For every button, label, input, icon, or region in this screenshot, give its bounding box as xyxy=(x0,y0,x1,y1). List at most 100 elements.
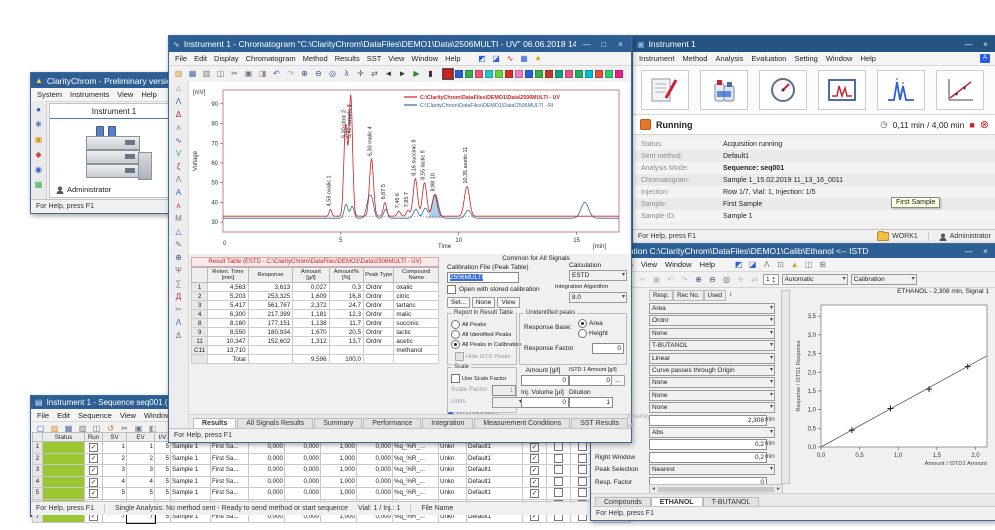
close-icon[interactable]: × xyxy=(979,40,992,49)
sequence-row-5[interactable]: 5✓555Sample 1First Sa...0,0000,0001,0000… xyxy=(33,488,630,500)
slope-icon[interactable]: ζ xyxy=(173,161,184,172)
setting-0-select[interactable]: Area xyxy=(649,303,775,314)
signal-color-6[interactable] xyxy=(505,70,513,78)
window-tile-icon[interactable]: ◩ xyxy=(733,259,744,270)
table-icon[interactable]: ▦ xyxy=(519,53,530,64)
result-row[interactable]: 46,300217,3991,18112,3Ordnrmalic xyxy=(192,310,439,319)
signal-icon[interactable]: ∿ xyxy=(505,53,516,64)
calculation-select[interactable]: ESTD xyxy=(569,270,627,281)
undo-icon[interactable]: ↶ xyxy=(271,68,282,79)
setting-4-select[interactable]: Linear xyxy=(649,353,775,364)
option-checkbox[interactable] xyxy=(554,454,563,463)
maximize-icon[interactable]: □ xyxy=(597,40,610,49)
result-row[interactable]: 1110,347152,6021,31213,7Ordnracetic xyxy=(192,337,439,346)
signal-color-2[interactable] xyxy=(465,70,473,78)
run-checkbox[interactable]: ✓ xyxy=(89,454,98,463)
result-row[interactable]: C1113,710methanol xyxy=(192,346,439,355)
device-monitor-icon[interactable] xyxy=(759,70,807,110)
modules-icon[interactable]: ▦ xyxy=(33,179,44,190)
signal-color-17[interactable] xyxy=(615,70,623,78)
setting-10-select[interactable]: Abs xyxy=(649,427,775,438)
cut-region-icon[interactable]: ✂ xyxy=(173,304,184,315)
annotation-icon[interactable]: A xyxy=(173,187,184,198)
setting-9-input[interactable]: 2,308 xyxy=(649,415,767,426)
logged-user[interactable]: Administrator xyxy=(939,233,991,241)
tab-performance[interactable]: Performance xyxy=(363,418,421,428)
zoom-out-icon[interactable]: ⊖ xyxy=(707,274,718,285)
col-resp[interactable]: Resp. xyxy=(649,290,673,301)
user-icon[interactable]: ● xyxy=(33,104,44,115)
signal-color-4[interactable] xyxy=(485,70,493,78)
crosshair-icon[interactable]: ✛ xyxy=(355,68,366,79)
result-row[interactable]: 14,5633,6130,0270,3Ordnroxalic xyxy=(192,283,439,292)
istd-more-button[interactable]: ... xyxy=(611,375,625,386)
undo-icon[interactable]: ↶ xyxy=(665,274,676,285)
units-select[interactable] xyxy=(492,397,524,408)
setting-7-select[interactable]: None xyxy=(649,390,775,401)
sequence-row-2[interactable]: 2✓225Sample 1First Sa...0,0000,0001,0000… xyxy=(33,453,630,465)
calibration-titlebar[interactable]: ◪ Calibration C:\ClarityChrom\DataFiles\… xyxy=(591,244,995,258)
calibration-curve-chart[interactable]: 0,00,51,01,52,02,53,03,50,00,51,01,52,0R… xyxy=(793,295,993,477)
layout-icon[interactable]: ◫ xyxy=(803,259,814,270)
compound-index-spinner[interactable]: 1▲▼ xyxy=(763,274,779,285)
valley-icon[interactable]: V xyxy=(173,148,184,159)
response-factor-input[interactable]: 0 xyxy=(592,343,624,354)
zoom-reset-icon[interactable]: ◎ xyxy=(721,274,732,285)
option-checkbox[interactable] xyxy=(554,477,563,486)
peak-add-icon[interactable]: Λ xyxy=(173,174,184,185)
setting-8-select[interactable]: None xyxy=(649,402,775,413)
menu-window[interactable]: Window xyxy=(411,54,438,63)
seq-col-sv[interactable]: SV xyxy=(103,433,127,442)
option-checkbox[interactable] xyxy=(554,488,563,497)
exchange-icon[interactable]: ⇄ xyxy=(369,68,380,79)
menu-setting[interactable]: Setting xyxy=(794,54,817,63)
globe-icon[interactable]: ◉ xyxy=(33,164,44,175)
go-first-icon[interactable]: ◄ xyxy=(383,68,394,79)
marker-icon[interactable]: ▲ xyxy=(789,259,800,270)
peak-delete-icon[interactable]: ʌ xyxy=(173,200,184,211)
cut-icon[interactable]: ✂ xyxy=(637,274,648,285)
radio-area[interactable]: Area xyxy=(578,319,603,328)
radio-all-identified[interactable]: All Identified Peaks xyxy=(451,330,511,339)
option-checkbox[interactable]: ✓ xyxy=(530,489,539,498)
exchange-icon[interactable]: ⇄ xyxy=(749,274,760,285)
integration-select[interactable]: 8.0 xyxy=(569,292,627,303)
zoom-in-icon[interactable]: ⊕ xyxy=(299,68,310,79)
paste-icon[interactable]: ◨ xyxy=(257,68,268,79)
preview-icon[interactable]: ◫ xyxy=(215,68,226,79)
signal-color-12[interactable] xyxy=(565,70,573,78)
go-next-icon[interactable]: ► xyxy=(397,68,408,79)
peak-selection-select[interactable]: Nearest xyxy=(649,464,775,475)
grid-icon[interactable]: ⊡ xyxy=(775,259,786,270)
seq-col-run[interactable]: Run xyxy=(85,433,103,442)
menu-help[interactable]: Help xyxy=(860,54,875,63)
star-icon[interactable]: ★ xyxy=(533,53,544,64)
menu-instruments[interactable]: Instruments xyxy=(70,90,109,99)
signal-color-7[interactable] xyxy=(515,70,523,78)
a-badge-icon[interactable]: A xyxy=(980,54,990,63)
tab-measurement-conditions[interactable]: Measurement Conditions xyxy=(474,418,570,428)
menu-system[interactable]: System xyxy=(37,90,62,99)
instrument-titlebar[interactable]: ▣ Instrument 1 — × xyxy=(633,36,995,52)
tab-summary[interactable]: Summary xyxy=(314,418,362,428)
run-checkbox[interactable]: ✓ xyxy=(89,466,98,475)
radio-all-in-calibration[interactable]: All Peaks in Calibration xyxy=(451,340,522,349)
menu-help[interactable]: Help xyxy=(700,260,715,269)
result-row[interactable]: 25,203253,3251,60916,8Ordnrcitric xyxy=(192,292,439,301)
seq-col-ev[interactable]: EV xyxy=(127,433,155,442)
set-button[interactable]: Set... xyxy=(447,297,470,308)
menu-edit[interactable]: Edit xyxy=(194,54,207,63)
run-checkbox[interactable]: ✓ xyxy=(89,443,98,452)
tab-all-signals-results[interactable]: All Signals Results xyxy=(237,418,313,428)
setting-3-select[interactable]: T-BUTANOL xyxy=(649,340,775,351)
peak-small-icon[interactable]: ʌ xyxy=(173,122,184,133)
open-icon[interactable]: ▨ xyxy=(173,68,184,79)
seq-col-status[interactable]: Status xyxy=(43,433,85,442)
result-row[interactable]: 35,417561,7672,37224,7Ordnrtartaric xyxy=(192,301,439,310)
close-icon[interactable]: × xyxy=(979,247,992,256)
option-checkbox[interactable]: ✓ xyxy=(530,443,539,452)
radio-all-peaks[interactable]: All Peaks xyxy=(451,320,486,329)
crosshair-icon[interactable]: ✛ xyxy=(735,274,746,285)
seq-col-0[interactable] xyxy=(33,433,43,442)
multi-peak-icon[interactable]: M xyxy=(173,213,184,224)
